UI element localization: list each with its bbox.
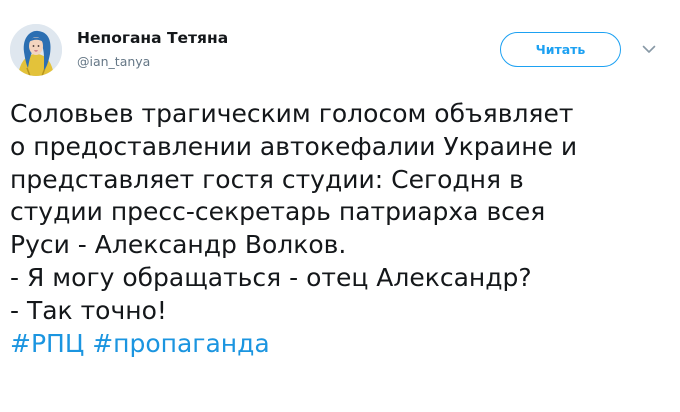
hashtag-line: #РПЦ #пропаганда (10, 328, 670, 361)
chevron-down-icon (642, 45, 656, 53)
author-handle[interactable]: @ian_tanya (77, 54, 150, 69)
tweet-line: представляет гостя студии: Сегодня в (10, 164, 524, 194)
tweet-text: Соловьев трагическим голосом объявляет о… (10, 98, 670, 360)
tweet-line: о предоставлении автокефалии Украине и (10, 131, 578, 161)
more-menu-button[interactable] (640, 40, 658, 58)
tweet-line: - Я могу обращаться - отец Александр? (10, 262, 532, 292)
follow-button-label: Читать (535, 42, 586, 57)
avatar[interactable] (10, 24, 62, 76)
author-display-name[interactable]: Непогана Тетяна (77, 29, 228, 47)
hashtag-link-rpc[interactable]: #РПЦ (10, 329, 84, 358)
tweet-line: Руси - Александр Волков. (10, 230, 347, 260)
tweet-line: - Так точно! (10, 295, 167, 325)
hashtag-link-propaganda[interactable]: #пропаганда (92, 329, 270, 358)
avatar-illustration (10, 24, 62, 76)
tweet-line: студии пресс-секретарь патриарха всея (10, 197, 546, 227)
tweet-line: Соловьев трагическим голосом объявляет (10, 99, 574, 128)
follow-button[interactable]: Читать (500, 32, 621, 67)
